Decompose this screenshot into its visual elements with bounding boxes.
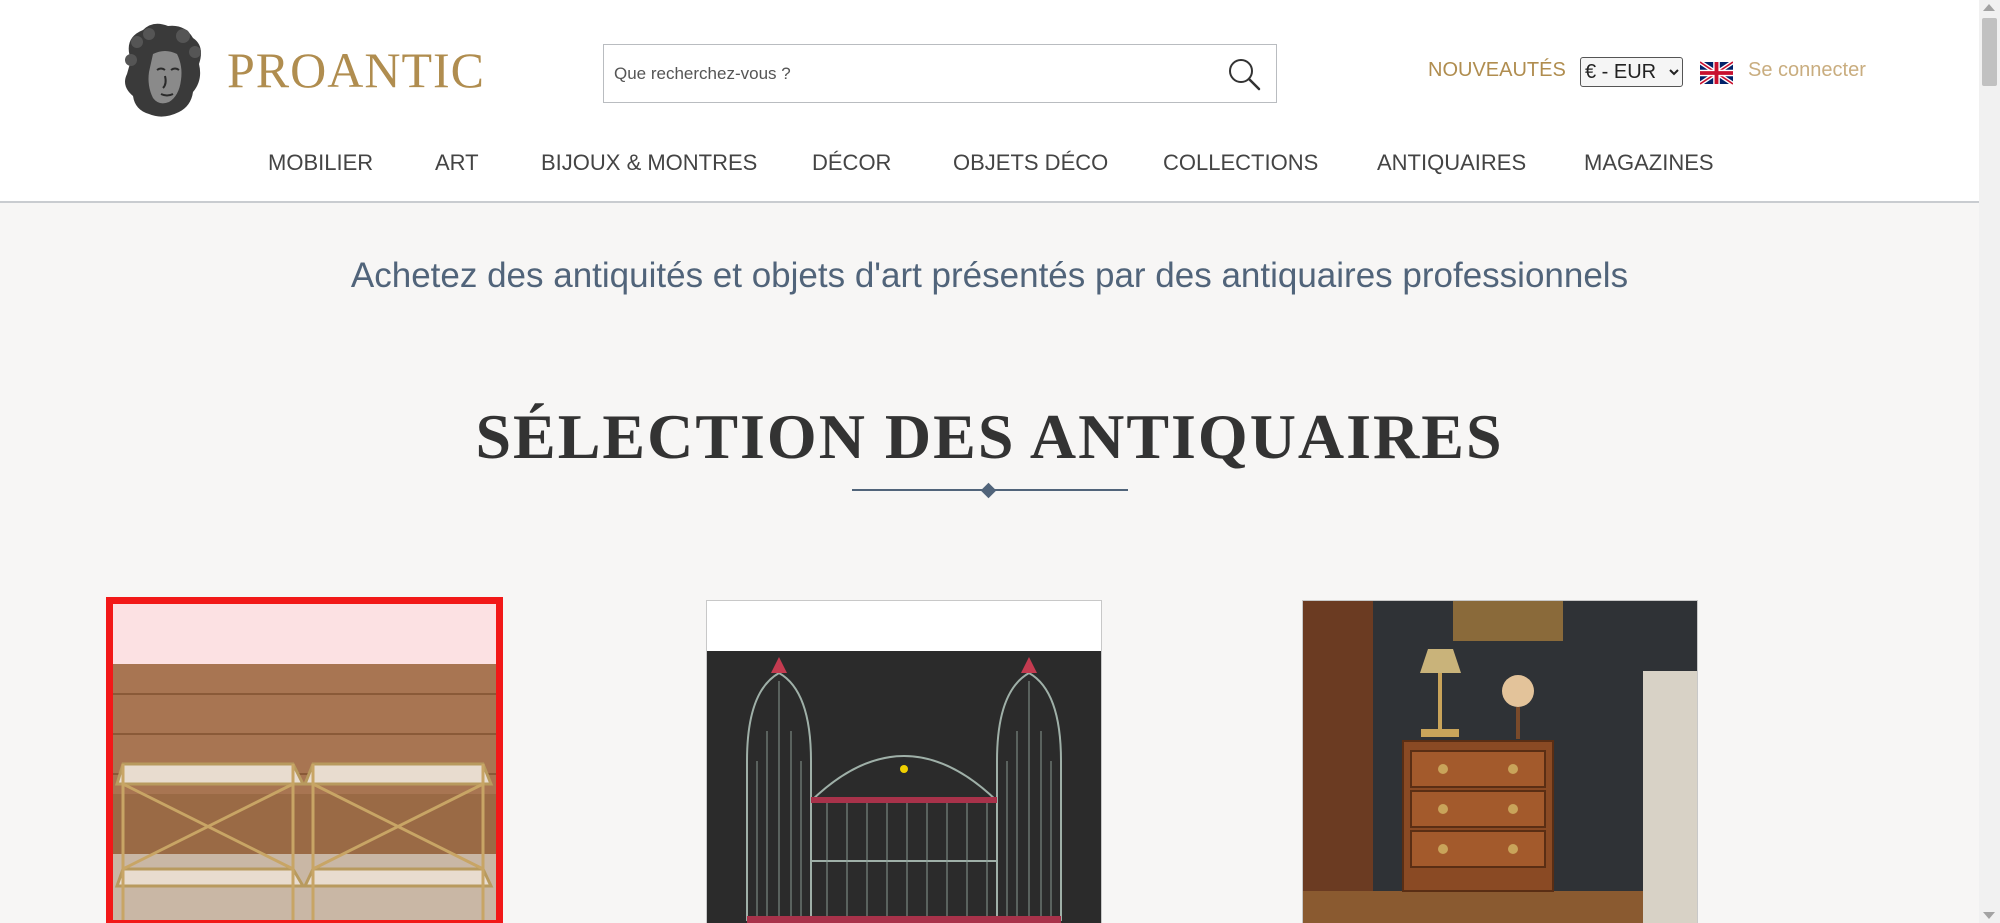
nouveautes-link[interactable]: NOUVEAUTÉS	[1428, 59, 1566, 82]
scroll-down-arrow-icon[interactable]	[1983, 912, 1995, 919]
search-input[interactable]	[614, 45, 1214, 102]
logo-link[interactable]: PROANTIC	[113, 20, 485, 120]
nav-item-antiquaires[interactable]: ANTIQUAIRES	[1377, 150, 1526, 176]
search-box	[603, 44, 1277, 103]
nav-item-bijoux-montres[interactable]: BIJOUX & MONTRES	[541, 150, 757, 176]
product-card[interactable]	[106, 597, 503, 923]
vertical-scrollbar[interactable]	[1979, 0, 2000, 923]
side-tables-image	[113, 664, 496, 920]
hero-tagline: Achetez des antiquités et objets d'art p…	[350, 256, 1629, 295]
nav-item-magazines[interactable]: MAGAZINES	[1584, 150, 1714, 176]
nav-item-art[interactable]: ART	[435, 150, 479, 176]
search-icon[interactable]	[1226, 56, 1262, 92]
brand-name: PROANTIC	[227, 42, 486, 98]
statue-head-logo-icon	[125, 23, 201, 117]
login-link[interactable]: Se connecter	[1748, 59, 1866, 82]
site-header: PROANTIC NOUVEAUTÉS € - EUR Se connecter…	[0, 0, 1979, 203]
card-header-band	[113, 604, 496, 664]
product-card[interactable]	[1302, 600, 1698, 923]
scroll-up-arrow-icon[interactable]	[1983, 4, 1995, 11]
product-card[interactable]	[706, 600, 1102, 923]
nav-item-mobilier[interactable]: MOBILIER	[268, 150, 373, 176]
main-nav: MOBILIER ART BIJOUX & MONTRES DÉCOR OBJE…	[0, 150, 1979, 180]
section-title: SÉLECTION DES ANTIQUAIRES	[475, 401, 1504, 472]
birdcage-image	[707, 651, 1101, 923]
currency-select[interactable]: € - EUR	[1580, 57, 1683, 87]
nav-item-objets-deco[interactable]: OBJETS DÉCO	[953, 150, 1108, 176]
title-divider-diamond	[980, 482, 997, 499]
nav-item-collections[interactable]: COLLECTIONS	[1163, 150, 1318, 176]
chest-of-drawers-image	[1303, 601, 1697, 923]
uk-flag-icon[interactable]	[1700, 61, 1733, 85]
scrollbar-thumb[interactable]	[1982, 18, 1997, 86]
nav-item-decor[interactable]: DÉCOR	[812, 150, 891, 176]
